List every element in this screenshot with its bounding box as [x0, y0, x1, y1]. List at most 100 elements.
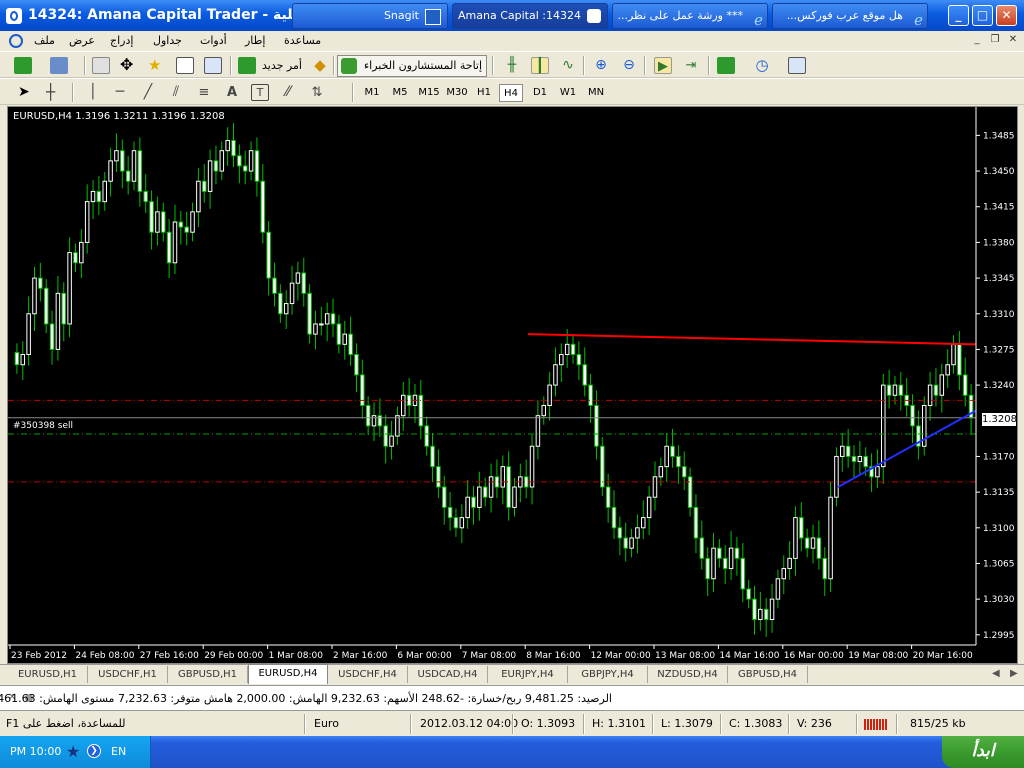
crosshair-icon[interactable]: ┼ [46, 84, 64, 101]
amana-icon [587, 9, 601, 23]
timeframe-h4[interactable]: H4 [499, 84, 523, 102]
text-icon[interactable]: A [223, 84, 241, 101]
vertical-line-icon[interactable]: │ [84, 84, 102, 101]
tab-usdcad-h4[interactable]: USDCAD,H4 [408, 666, 488, 683]
terminal-icon[interactable] [176, 57, 194, 74]
timeframe-m30[interactable]: M30 [444, 84, 470, 102]
timeframe-d1[interactable]: D1 [528, 84, 552, 102]
tab-eurusd-h1[interactable]: EURUSD,H1 [8, 666, 88, 683]
mdi-minimize-button[interactable]: _ [970, 34, 984, 47]
timeframe-m15[interactable]: M15 [416, 84, 442, 102]
market-watch-icon[interactable] [92, 57, 110, 74]
cursor-arrow-icon[interactable]: ➤ [18, 84, 36, 101]
candle [178, 221, 184, 228]
price-chart[interactable]: 1.3485 1.3450 1.3415 1.3380 1.3345 1.3310 1.32… [8, 107, 1017, 663]
candle [190, 211, 195, 233]
close-button[interactable]: ✕ [996, 5, 1017, 26]
fibonacci-icon[interactable]: ≡ [195, 84, 213, 101]
task-snagit[interactable]: Snagit [292, 3, 448, 29]
trendline-icon[interactable]: ╱ [139, 84, 157, 101]
mdi-close-button[interactable]: ✕ [1006, 34, 1020, 47]
profiles-icon[interactable] [50, 57, 68, 74]
tab-eurusd-h4[interactable]: EURUSD,H4 [248, 664, 328, 684]
status-separator [652, 714, 654, 734]
zoom-out-icon[interactable]: ⊖ [620, 57, 638, 74]
candle [851, 455, 857, 463]
toolbar-separator [230, 56, 232, 75]
chart-shift-icon[interactable]: ⇥ [682, 57, 700, 74]
timeframe-w1[interactable]: W1 [556, 84, 580, 102]
timeframe-mn[interactable]: MN [584, 84, 608, 102]
text-label-icon[interactable]: T [251, 84, 269, 101]
mdi-app-icon[interactable] [9, 34, 23, 48]
expert-advisors-button[interactable]: إتاحة المستشارون الخبراء [337, 55, 487, 77]
tab-usdchf-h1[interactable]: USDCHF,H1 [88, 666, 168, 683]
new-order-button[interactable]: أمر جديد [262, 59, 302, 72]
menu-insert[interactable]: إدراج [110, 34, 133, 47]
expert-advisors-label: إتاحة المستشارون الخبراء [364, 59, 483, 72]
templates-icon[interactable] [788, 57, 806, 74]
zoom-in-icon[interactable]: ⊕ [592, 57, 610, 74]
minimize-button[interactable]: _ [948, 5, 969, 26]
bar-chart-icon[interactable]: ╫ [503, 57, 521, 74]
tab-usdchf-h4[interactable]: USDCHF,H4 [328, 666, 408, 683]
indicators-icon[interactable] [717, 57, 735, 74]
equidistant-channel-icon[interactable]: ⫽ [167, 84, 185, 101]
candle [213, 160, 219, 172]
status-datetime: 2012.03.12 04:00 [420, 717, 519, 730]
tab-gbpjpy-h4[interactable]: GBPJPY,H4 [568, 666, 648, 683]
candle [319, 323, 324, 326]
menu-window[interactable]: إطار [245, 34, 265, 47]
menu-file[interactable]: ملف [34, 34, 55, 47]
candle [114, 150, 119, 162]
menu-tools[interactable]: أدوات [200, 34, 227, 47]
candle [166, 231, 172, 264]
auto-scroll-icon[interactable]: ▶ [654, 57, 672, 74]
candle [722, 557, 728, 570]
time-tick-label: 8 Mar 16:00 [526, 651, 581, 661]
horizontal-line-icon[interactable]: ─ [111, 84, 129, 101]
toolbar-separator [583, 56, 585, 75]
new-order-icon[interactable] [238, 57, 256, 74]
line-chart-icon[interactable]: ∿ [559, 57, 577, 74]
strategy-tester-icon[interactable] [204, 57, 222, 74]
periods-clock-icon[interactable]: ◷ [753, 57, 771, 74]
mdi-restore-button[interactable]: ❐ [988, 34, 1002, 47]
tab-scroll-left-icon[interactable]: ◀ [992, 668, 1000, 679]
new-chart-icon[interactable] [14, 57, 32, 74]
task-amana[interactable]: Amana Capital :14324 [452, 3, 608, 29]
clock: PM 10:00 [10, 745, 62, 758]
maximize-button[interactable]: □ [972, 5, 993, 26]
candle [881, 384, 886, 468]
tab-nzdusd-h4[interactable]: NZDUSD,H4 [648, 666, 728, 683]
timeframe-h1[interactable]: H1 [472, 84, 496, 102]
price-tick-label: 1.3170 [983, 452, 1015, 462]
menu-help[interactable]: مساعدة [284, 34, 321, 47]
snagit-icon [425, 9, 441, 25]
data-window-icon[interactable]: ✥ [120, 57, 138, 74]
tray-star-icon[interactable]: ★ [66, 742, 80, 761]
language-indicator[interactable]: EN [111, 745, 126, 758]
timeframe-m5[interactable]: M5 [388, 84, 412, 102]
candle [207, 160, 213, 192]
candlestick-chart-icon[interactable]: ┃ [531, 57, 549, 74]
start-button[interactable]: ابدأ [942, 736, 1024, 768]
chart-window[interactable]: 1.3485 1.3450 1.3415 1.3380 1.3345 1.3310 1.32… [7, 106, 1018, 664]
candle [892, 384, 898, 396]
gann-icon[interactable]: ⁄⁄ [279, 84, 297, 101]
navigator-star-icon[interactable]: ★ [148, 57, 166, 74]
tab-scroll-right-icon[interactable]: ▶ [1010, 668, 1018, 679]
task-browser-2[interactable]: هل موقع عرب فوركس... ℯ [772, 3, 928, 29]
timeframe-m1[interactable]: M1 [360, 84, 384, 102]
tray-arrow-icon[interactable]: ❯ [87, 744, 101, 758]
tab-gbpusd-h1[interactable]: GBPUSD,H1 [168, 666, 248, 683]
menu-view[interactable]: عرض [69, 34, 95, 47]
candle [611, 506, 617, 529]
meta-editor-icon[interactable]: ◆ [311, 57, 329, 74]
candle [617, 527, 623, 539]
arrows-icon[interactable]: ⇅ [308, 84, 326, 101]
menu-charts[interactable]: جداول [153, 34, 182, 47]
tab-eurjpy-h4[interactable]: EURJPY,H4 [488, 666, 568, 683]
task-browser-1[interactable]: *** ورشة عمل على نظر... ℯ [612, 3, 768, 29]
tab-gbpusd-h4[interactable]: GBPUSD,H4 [728, 666, 808, 683]
